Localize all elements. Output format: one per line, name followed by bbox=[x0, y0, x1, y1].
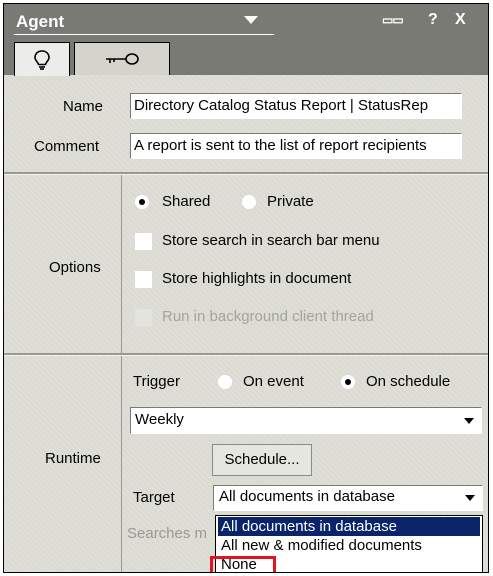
store-highlights-label: Store highlights in document bbox=[162, 270, 352, 287]
lightbulb-icon bbox=[34, 49, 50, 70]
shared-label: Shared bbox=[162, 193, 211, 210]
options-vline bbox=[121, 175, 122, 353]
options-label: Options bbox=[49, 259, 101, 276]
on-event-radio[interactable] bbox=[218, 375, 232, 389]
on-event-label: On event bbox=[243, 373, 304, 390]
title-underline bbox=[14, 34, 274, 35]
target-option[interactable]: All documents in database bbox=[218, 517, 480, 536]
key-icon bbox=[106, 53, 139, 65]
trigger-label: Trigger bbox=[133, 373, 180, 390]
on-schedule-radio[interactable] bbox=[341, 375, 355, 389]
store-search-checkbox[interactable] bbox=[135, 233, 152, 250]
searches-text: Searches m bbox=[127, 525, 208, 542]
window-title: Agent bbox=[16, 12, 65, 31]
comment-label: Comment bbox=[34, 138, 100, 155]
runtime-label: Runtime bbox=[45, 450, 101, 467]
private-radio[interactable] bbox=[242, 195, 256, 209]
run-background-label: Run in background client thread bbox=[162, 308, 374, 325]
tab-security[interactable] bbox=[74, 42, 170, 75]
runtime-vline bbox=[121, 356, 122, 572]
private-label: Private bbox=[267, 193, 314, 210]
target-dropdown[interactable]: All documents in database bbox=[213, 485, 483, 511]
shared-radio[interactable] bbox=[135, 195, 149, 209]
store-highlights-checkbox[interactable] bbox=[135, 271, 152, 288]
target-option[interactable]: All new & modified documents bbox=[218, 536, 425, 555]
help-icon[interactable]: ? bbox=[428, 11, 438, 29]
on-schedule-label: On schedule bbox=[366, 373, 451, 390]
tab-basics[interactable] bbox=[14, 42, 70, 76]
divider-2 bbox=[4, 353, 488, 356]
title-bar[interactable]: Agent ▭▭ ? X bbox=[4, 4, 488, 38]
schedule-value: Weekly bbox=[135, 411, 184, 428]
target-value: All documents in database bbox=[219, 488, 395, 505]
comment-field[interactable]: A report is sent to the list of report r… bbox=[130, 133, 462, 159]
target-label: Target bbox=[133, 489, 175, 506]
schedule-button[interactable]: Schedule... bbox=[212, 444, 312, 476]
chevron-down-icon[interactable] bbox=[244, 16, 258, 24]
run-background-checkbox[interactable] bbox=[135, 309, 152, 326]
agent-dialog: Agent ▭▭ ? X Name Directory Catalog Stat… bbox=[3, 3, 489, 573]
tab-strip bbox=[4, 38, 488, 76]
none-option-highlight bbox=[210, 556, 276, 572]
schedule-dropdown[interactable]: Weekly bbox=[130, 407, 482, 434]
store-search-label: Store search in search bar menu bbox=[162, 232, 380, 249]
close-icon[interactable]: X bbox=[455, 11, 466, 29]
chevron-down-icon bbox=[465, 495, 475, 501]
dock-icon[interactable]: ▭▭ bbox=[382, 13, 404, 27]
name-label: Name bbox=[63, 98, 104, 115]
divider-1 bbox=[4, 172, 488, 175]
chevron-down-icon bbox=[464, 418, 474, 424]
name-field[interactable]: Directory Catalog Status Report | Status… bbox=[130, 93, 462, 119]
